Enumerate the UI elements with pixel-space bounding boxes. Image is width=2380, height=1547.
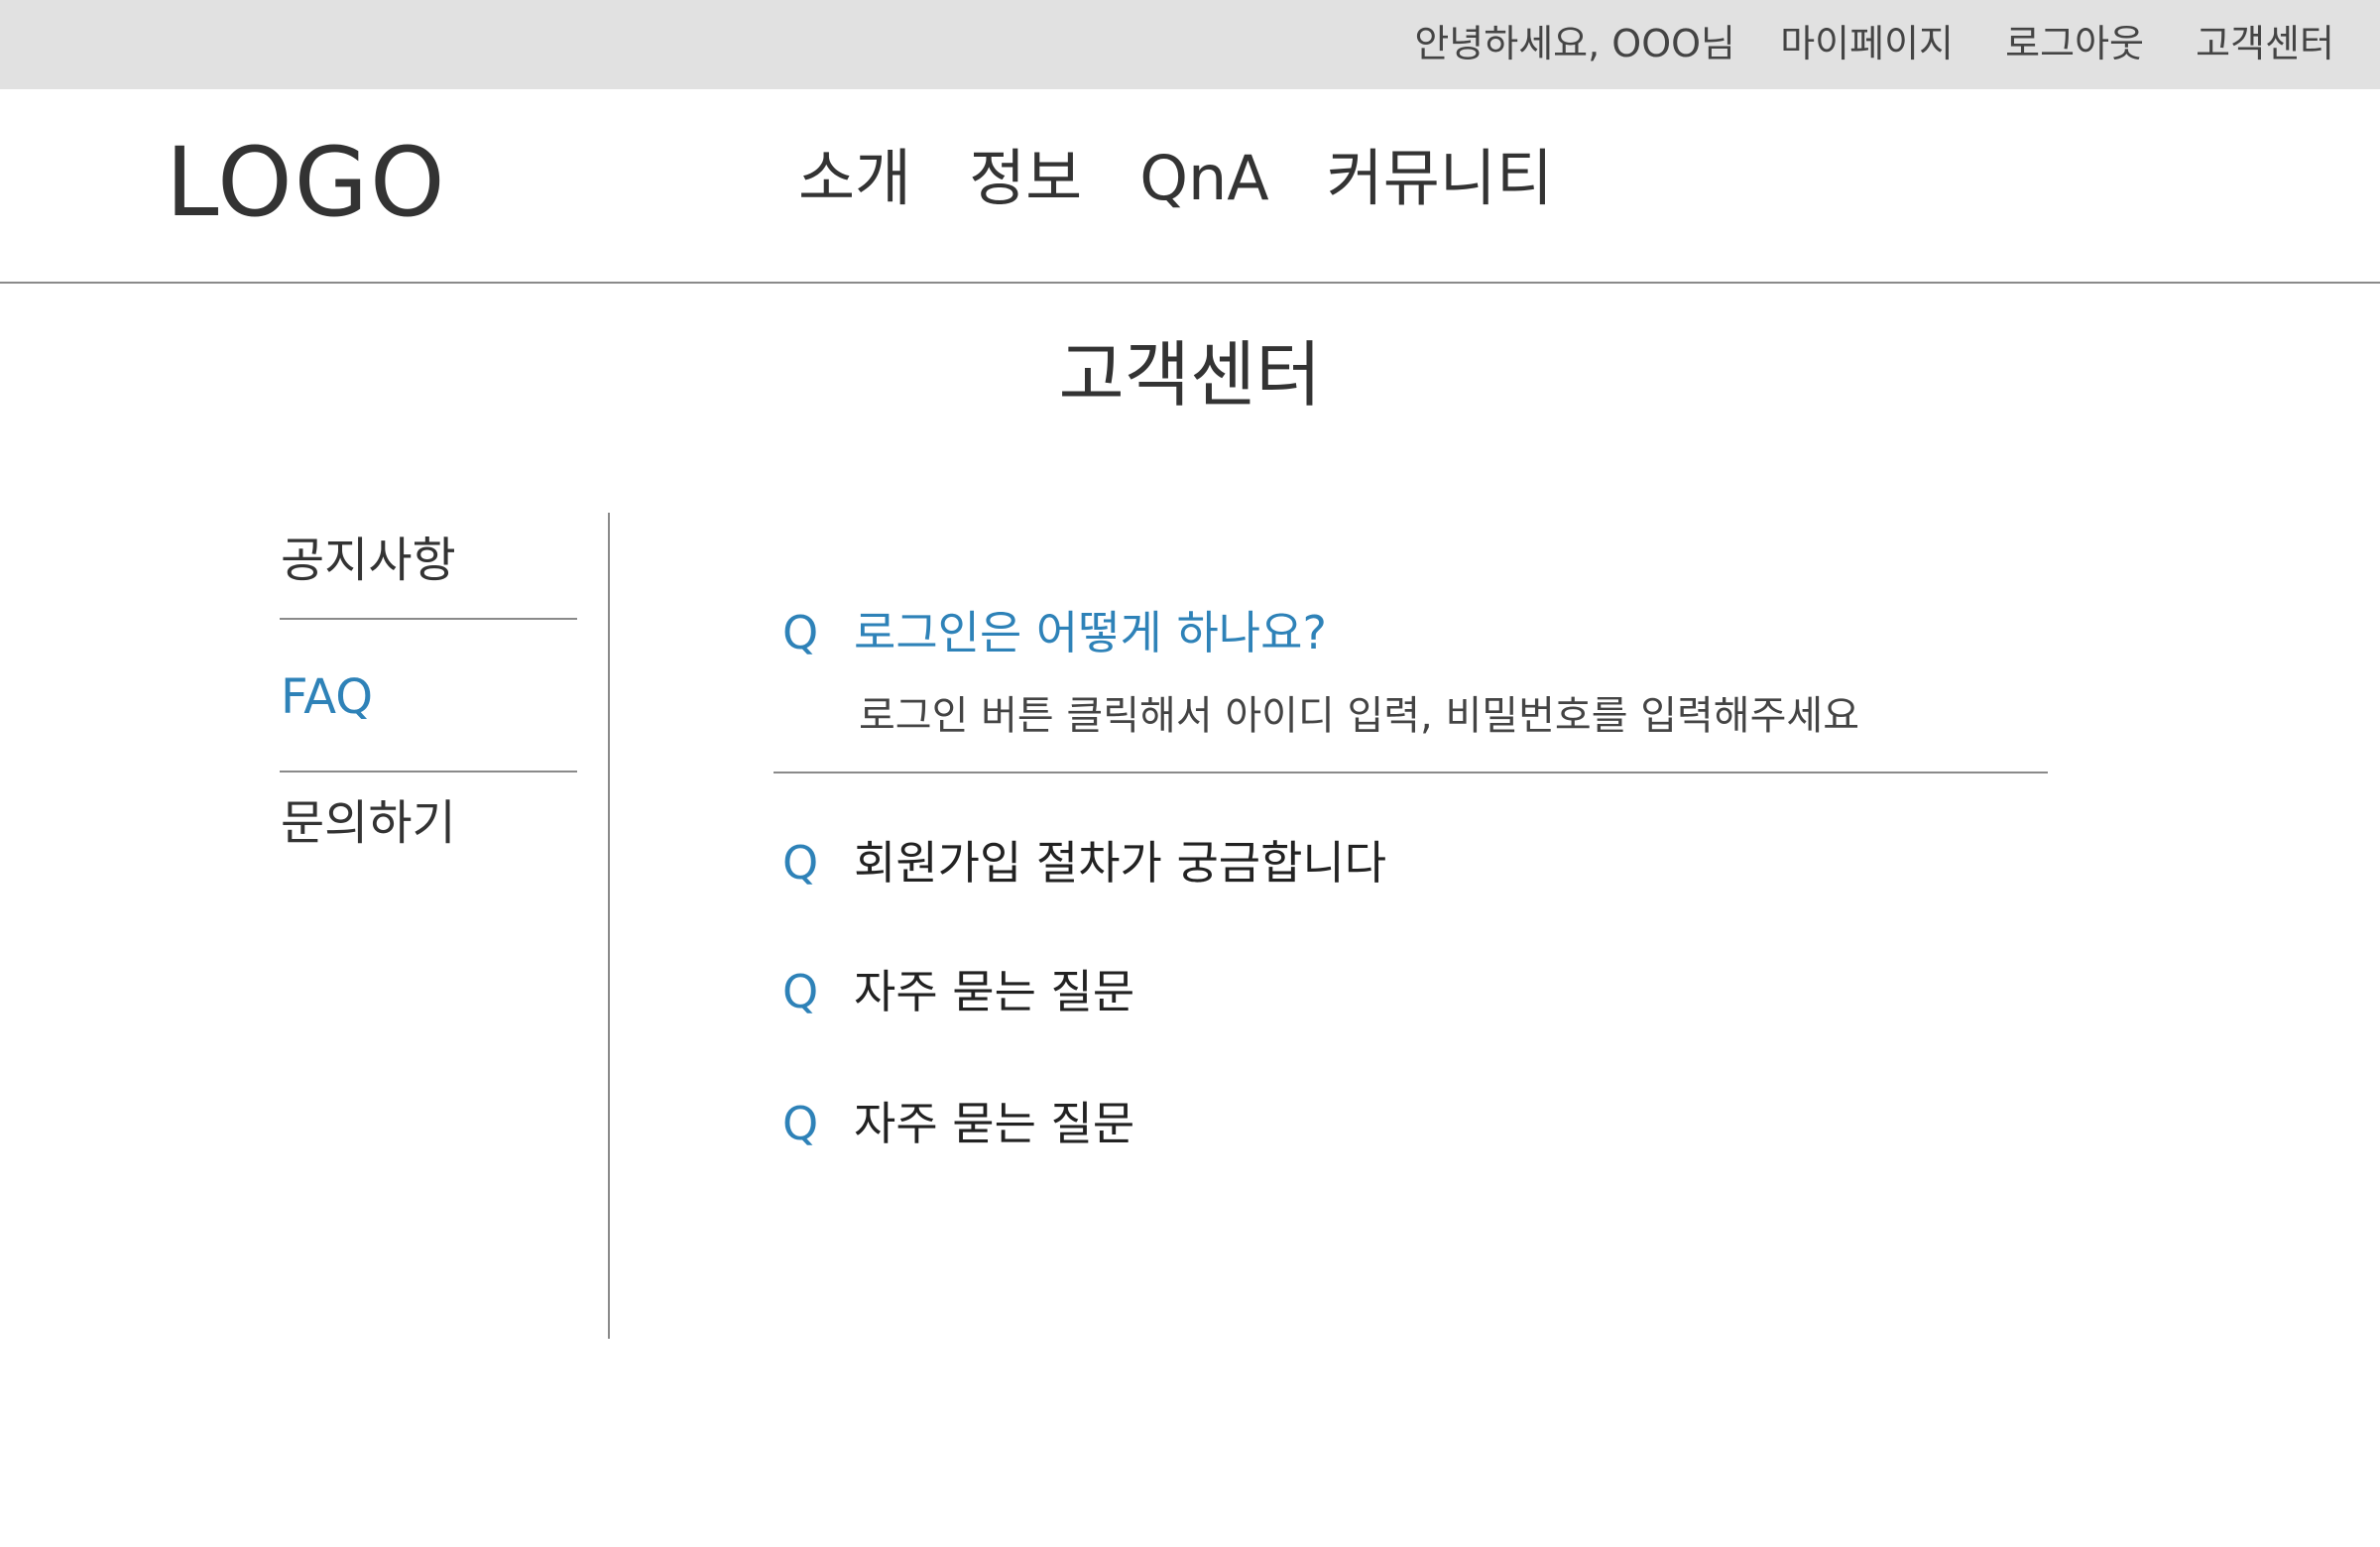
faq-question[interactable]: 회원가입 절차가 궁금합니다 <box>854 833 1386 892</box>
faq-q-marker: Q <box>782 606 819 659</box>
site-header: LOGO 소개 정보 QnA 커뮤니티 <box>0 89 2380 284</box>
greeting-text: 안녕하세요, OOO님 <box>1414 22 1735 65</box>
logo[interactable]: LOGO <box>166 128 447 237</box>
faq-question[interactable]: 로그인은 어떻게 하나요? <box>854 603 1327 662</box>
top-utility-bar: 안녕하세요, OOO님 마이페이지 로그아웃 고객센터 <box>0 0 2380 89</box>
nav-item-intro[interactable]: 소개 <box>798 141 911 216</box>
faq-answer: 로그인 버튼 클릭해서 아이디 입력, 비밀번호를 입력해주세요 <box>859 693 1860 739</box>
side-menu-notice[interactable]: 공지사항 <box>281 531 456 590</box>
faq-q-marker: Q <box>782 1097 819 1150</box>
faq-q-marker: Q <box>782 965 819 1018</box>
page-title: 고객센터 <box>1058 333 1322 416</box>
nav-item-community[interactable]: 커뮤니티 <box>1327 141 1553 216</box>
faq-q-marker: Q <box>782 836 819 890</box>
nav-item-qna[interactable]: QnA <box>1139 141 1269 216</box>
side-menu-vertical-divider <box>608 513 610 1339</box>
faq-question[interactable]: 자주 묻는 질문 <box>854 1094 1134 1153</box>
customer-center-link[interactable]: 고객센터 <box>2196 20 2334 67</box>
side-menu-divider <box>280 618 577 620</box>
faq-divider <box>774 772 2048 774</box>
side-menu-faq[interactable]: FAQ <box>281 667 373 727</box>
side-menu-divider <box>280 771 577 773</box>
side-menu-inquiry[interactable]: 문의하기 <box>281 793 456 853</box>
mypage-link[interactable]: 마이페이지 <box>1780 20 1954 67</box>
main-nav: 소개 정보 QnA 커뮤니티 <box>798 141 1553 216</box>
logout-link[interactable]: 로그아웃 <box>2005 20 2144 67</box>
nav-item-info[interactable]: 정보 <box>969 141 1082 216</box>
faq-question[interactable]: 자주 묻는 질문 <box>854 962 1134 1021</box>
